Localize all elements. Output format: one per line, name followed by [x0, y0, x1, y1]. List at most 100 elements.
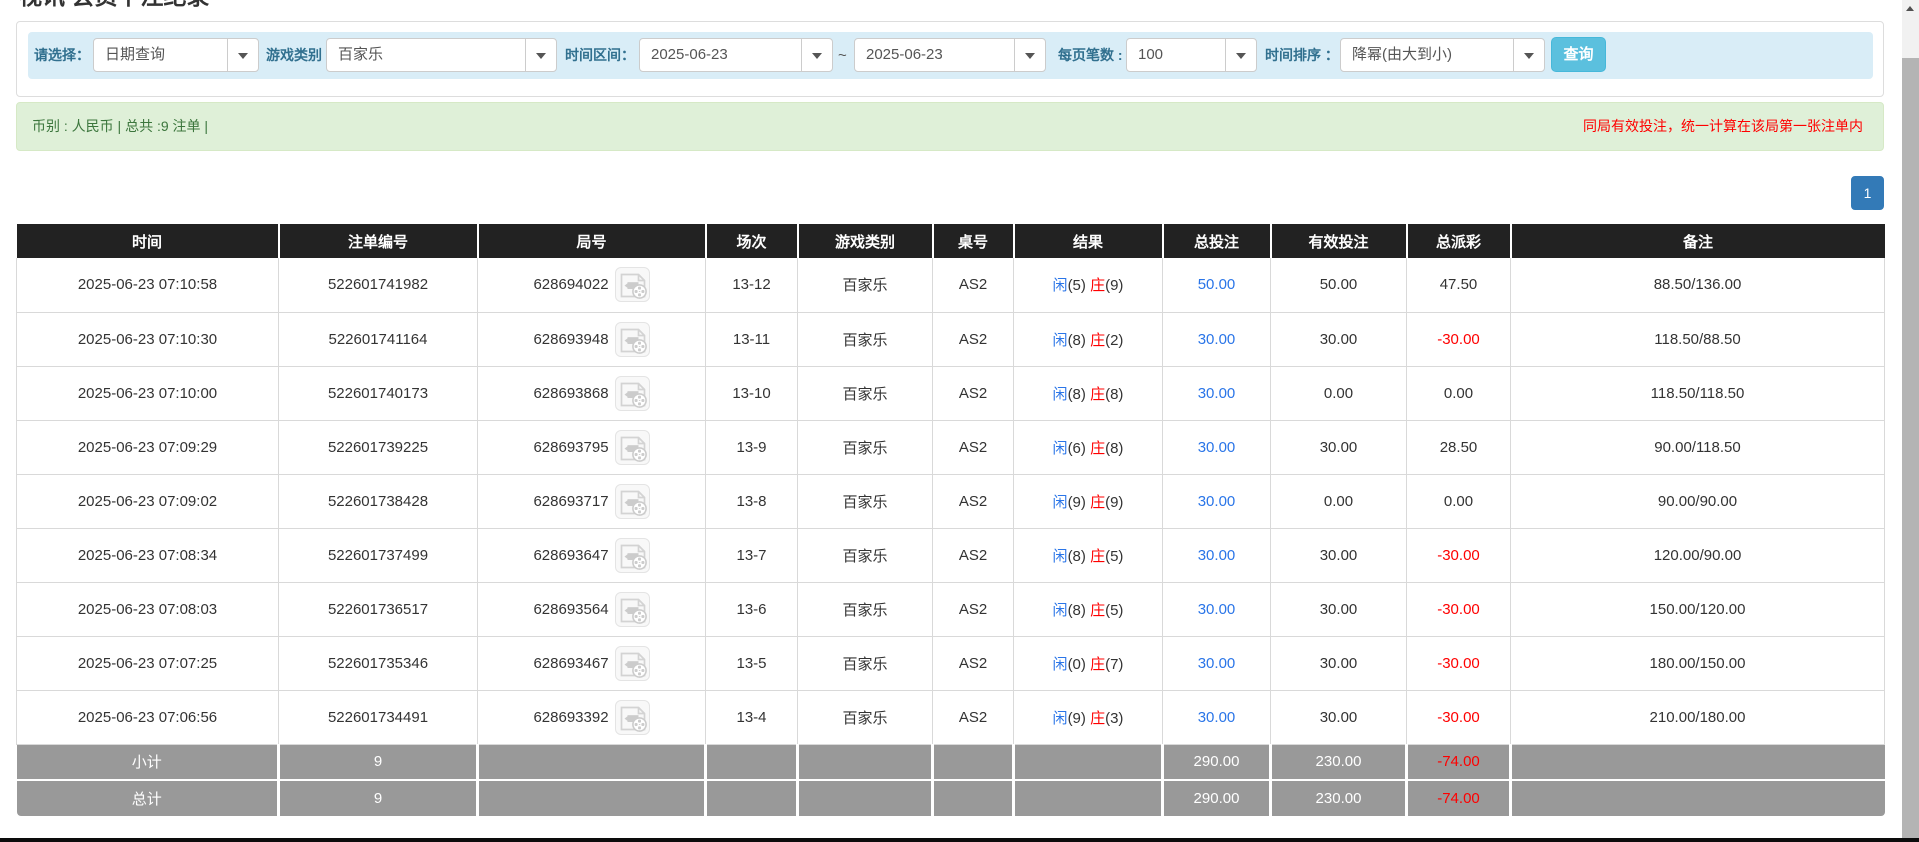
total-bet-link[interactable]: 30.00 — [1198, 547, 1236, 564]
page-size-arrow[interactable] — [1225, 39, 1256, 71]
cell-time: 2025-06-23 07:10:58 — [17, 258, 279, 312]
summary-bar: 币别 : 人民币 | 总共 :9 注单 | 同局有效投注，统一计算在该局第一张注… — [16, 102, 1884, 151]
cell-total-bet: 30.00 — [1163, 690, 1271, 744]
total-bet-link[interactable]: 30.00 — [1198, 493, 1236, 510]
query-type-select[interactable]: 日期查询 — [93, 38, 259, 72]
result-banker-score: (7) — [1105, 656, 1123, 673]
total-bet-link[interactable]: 30.00 — [1198, 331, 1236, 348]
result-player-label: 闲 — [1053, 386, 1068, 403]
video-replay-button[interactable] — [615, 322, 650, 357]
page-size-label: 每页笔数 : — [1058, 32, 1123, 79]
cell-payout: 28.50 — [1407, 420, 1511, 474]
cell-round-id: 628694022 — [478, 258, 706, 312]
result-player-label: 闲 — [1053, 494, 1068, 511]
total-bet-link[interactable]: 30.00 — [1198, 655, 1236, 672]
page-size-select[interactable]: 100 — [1126, 38, 1257, 72]
result-banker-label: 庄 — [1090, 494, 1105, 511]
table-row: 2025-06-23 07:10:30 522601741164 6286939… — [17, 312, 1885, 366]
cell-result: 闲(8) 庄(5) — [1014, 582, 1163, 636]
round-id-text: 628694022 — [533, 276, 608, 293]
result-banker-label: 庄 — [1090, 332, 1105, 349]
video-replay-button[interactable] — [615, 376, 650, 411]
subtotal-row: 小计 9 290.00 230.00 -74.00 — [17, 744, 1885, 780]
query-type-value: 日期查询 — [105, 39, 226, 71]
header-table-no: 桌号 — [933, 224, 1014, 258]
header-session: 场次 — [706, 224, 798, 258]
total-bet-link[interactable]: 30.00 — [1198, 439, 1236, 456]
result-player-label: 闲 — [1053, 710, 1068, 727]
cell-round-id: 628693868 — [478, 366, 706, 420]
cell-payout: 0.00 — [1407, 366, 1511, 420]
cell-valid-bet: 30.00 — [1271, 312, 1407, 366]
pagination-page-1[interactable]: 1 — [1851, 176, 1884, 210]
table-row: 2025-06-23 07:07:25 522601735346 6286934… — [17, 636, 1885, 690]
round-id-text: 628693868 — [533, 385, 608, 402]
cell-result: 闲(8) 庄(2) — [1014, 312, 1163, 366]
video-replay-button[interactable] — [615, 430, 650, 465]
total-bet-link[interactable]: 30.00 — [1198, 385, 1236, 402]
video-replay-button[interactable] — [615, 538, 650, 573]
cell-payout: -30.00 — [1407, 528, 1511, 582]
scrollbar-thumb[interactable] — [1902, 58, 1919, 838]
cell-total-bet: 30.00 — [1163, 420, 1271, 474]
cell-result: 闲(5) 庄(9) — [1014, 258, 1163, 312]
cell-payout: 47.50 — [1407, 258, 1511, 312]
video-file-icon — [615, 267, 650, 302]
cell-round-id: 628693948 — [478, 312, 706, 366]
query-type-arrow[interactable] — [227, 39, 258, 71]
result-banker-label: 庄 — [1090, 602, 1105, 619]
result-player-score: (8) — [1068, 602, 1086, 619]
round-id-text: 628693717 — [533, 493, 608, 510]
subtotal-count: 9 — [279, 744, 478, 780]
date-to-arrow[interactable] — [1014, 39, 1045, 71]
time-sort-arrow[interactable] — [1513, 39, 1544, 71]
total-bet-link[interactable]: 30.00 — [1198, 709, 1236, 726]
video-replay-button[interactable] — [615, 700, 650, 735]
game-type-select[interactable]: 百家乐 — [326, 38, 557, 72]
video-file-icon — [615, 700, 650, 735]
total-bet-link[interactable]: 50.00 — [1198, 276, 1236, 293]
cell-table-no: AS2 — [933, 366, 1014, 420]
search-button[interactable]: 查询 — [1551, 37, 1606, 72]
cell-round-id: 628693392 — [478, 690, 706, 744]
cell-table-no: AS2 — [933, 420, 1014, 474]
game-type-arrow[interactable] — [525, 39, 556, 71]
cell-payout: -30.00 — [1407, 690, 1511, 744]
total-count: 9 — [279, 780, 478, 816]
vertical-scrollbar[interactable] — [1902, 0, 1919, 842]
cell-game-type: 百家乐 — [798, 690, 933, 744]
video-replay-button[interactable] — [615, 646, 650, 681]
date-from-value: 2025-06-23 — [651, 39, 800, 71]
page-title: 视讯 会员下注纪录 — [19, 0, 209, 10]
video-replay-button[interactable] — [615, 484, 650, 519]
chevron-down-icon — [1524, 53, 1534, 59]
date-from-select[interactable]: 2025-06-23 — [639, 38, 833, 72]
cell-table-no: AS2 — [933, 690, 1014, 744]
page-size-value: 100 — [1138, 39, 1224, 71]
cell-round-id: 628693467 — [478, 636, 706, 690]
cell-game-type: 百家乐 — [798, 582, 933, 636]
time-sort-select[interactable]: 降幂(由大到小) — [1340, 38, 1545, 72]
table-row: 2025-06-23 07:06:56 522601734491 6286933… — [17, 690, 1885, 744]
table-row: 2025-06-23 07:08:03 522601736517 6286935… — [17, 582, 1885, 636]
cell-round-id: 628693564 — [478, 582, 706, 636]
round-id-text: 628693392 — [533, 709, 608, 726]
video-replay-button[interactable] — [615, 592, 650, 627]
cell-table-no: AS2 — [933, 474, 1014, 528]
scrollbar-up-arrow-icon[interactable] — [1902, 0, 1919, 17]
result-player-score: (9) — [1068, 710, 1086, 727]
total-bet-link[interactable]: 30.00 — [1198, 601, 1236, 618]
date-from-arrow[interactable] — [801, 39, 832, 71]
round-id-text: 628693948 — [533, 331, 608, 348]
cell-payout: -30.00 — [1407, 312, 1511, 366]
cell-time: 2025-06-23 07:07:25 — [17, 636, 279, 690]
video-replay-button[interactable] — [615, 267, 650, 302]
cell-session: 13-6 — [706, 582, 798, 636]
result-player-label: 闲 — [1053, 440, 1068, 457]
cell-table-no: AS2 — [933, 528, 1014, 582]
video-file-icon — [615, 484, 650, 519]
date-to-select[interactable]: 2025-06-23 — [854, 38, 1046, 72]
cell-bet-id: 522601739225 — [279, 420, 478, 474]
filter-bar: 请选择： 日期查询 游戏类别 百家乐 时间区间： 2025-06-23 ~ 20… — [28, 32, 1873, 79]
cell-bet-id: 522601738428 — [279, 474, 478, 528]
